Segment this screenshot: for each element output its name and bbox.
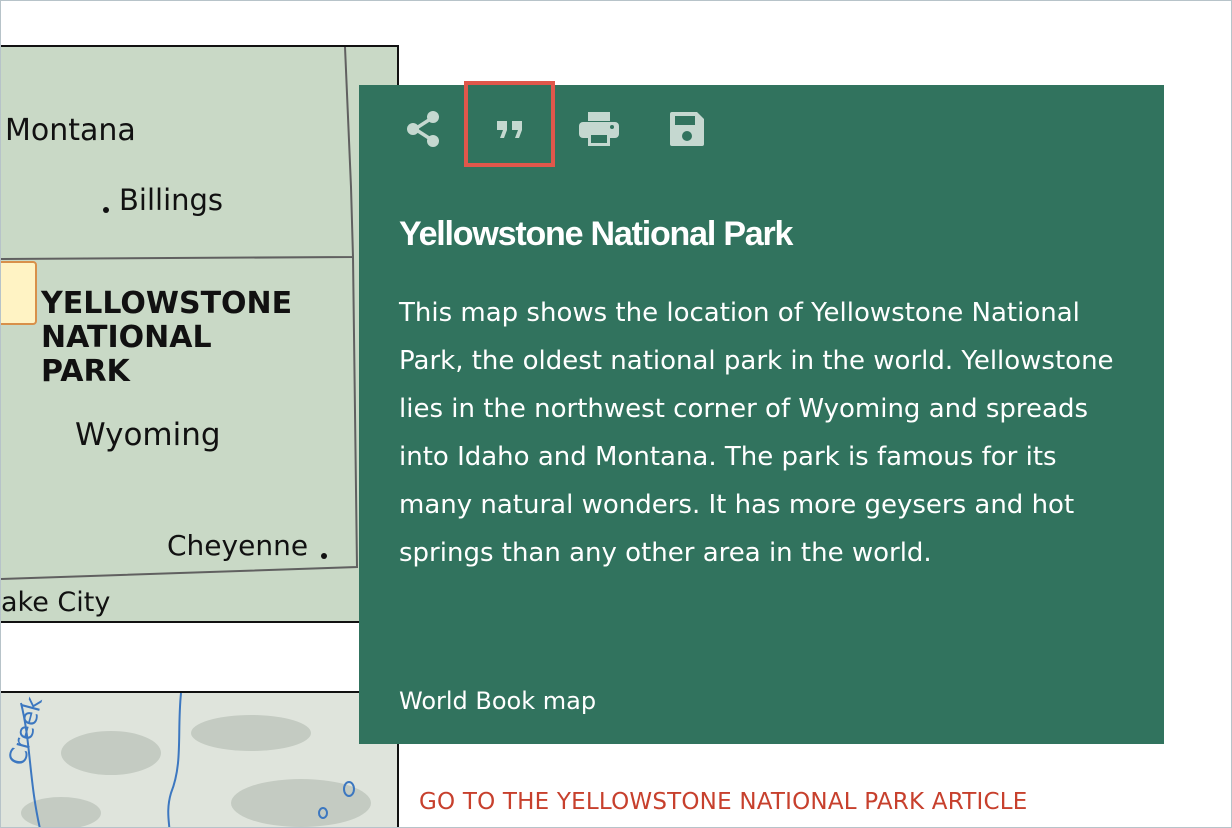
- quote-icon: [497, 121, 522, 138]
- popover-description: This map shows the location of Yellowsto…: [399, 298, 1114, 568]
- popover-credit: World Book map: [399, 687, 597, 715]
- save-icon: [670, 112, 704, 146]
- terrain-map: [1, 691, 399, 827]
- map-label-montana: Montana: [5, 113, 136, 148]
- map-label-park-line2: NATIONAL: [41, 320, 212, 355]
- share-icon: [407, 111, 439, 147]
- map-label-cheyenne: Cheyenne: [167, 529, 309, 562]
- print-icon: [579, 112, 619, 146]
- map-label-park: YELLOWSTONE NATIONAL PARK: [41, 287, 292, 389]
- city-dot-billings: [103, 207, 109, 213]
- popover-title: Yellowstone National Park: [399, 215, 793, 253]
- save-button[interactable]: [663, 105, 711, 153]
- share-button[interactable]: [399, 105, 447, 153]
- map-label-park-line1: YELLOWSTONE: [41, 286, 293, 321]
- city-dot-cheyenne: [321, 553, 327, 559]
- article-link[interactable]: GO TO THE YELLOWSTONE NATIONAL PARK ARTI…: [419, 789, 1027, 815]
- map-label-park-line3: PARK: [41, 354, 130, 389]
- page-frame: Montana Billings YELLOWSTONE NATIONAL PA…: [0, 0, 1232, 828]
- yellowstone-map: Montana Billings YELLOWSTONE NATIONAL PA…: [1, 45, 399, 623]
- cite-button[interactable]: [487, 105, 535, 153]
- map-label-billings: Billings: [119, 183, 224, 217]
- popover-toolbar: [359, 81, 1164, 185]
- caption-popover: Yellowstone National Park This map shows…: [359, 81, 1164, 744]
- map-label-wyoming: Wyoming: [75, 417, 221, 453]
- park-outline: [1, 261, 37, 325]
- terrain-map-art: [20, 693, 371, 827]
- map-label-lake-city: ake City: [1, 587, 111, 618]
- print-button[interactable]: [575, 105, 623, 153]
